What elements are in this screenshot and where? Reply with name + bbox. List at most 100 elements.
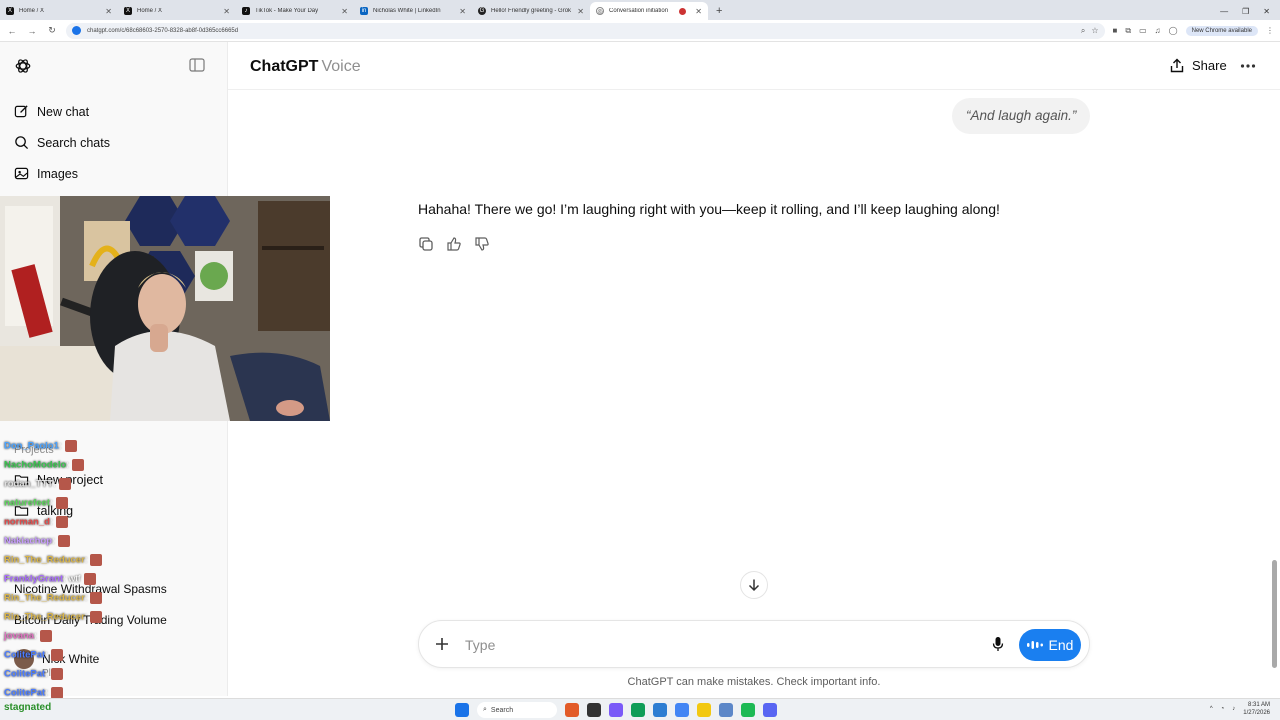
tab-title: TikTok - Make Your Day [255,8,319,14]
browser-tab[interactable]: G Hello! Friendly greeting - Grok ✕ [472,2,590,20]
sidebar-item-search-chats[interactable]: Search chats [14,135,110,150]
site-info-icon[interactable] [72,26,81,35]
new-tab-button[interactable]: + [708,2,730,20]
reload-icon[interactable]: ↻ [46,25,58,36]
chat-username: jovana [4,630,35,642]
close-icon[interactable]: ✕ [459,7,466,16]
extension-icon[interactable]: ■ [1113,26,1118,35]
tray-chevron-icon[interactable]: ^ [1210,706,1213,712]
kebab-menu-icon[interactable]: ⋮ [1266,26,1274,35]
profile-icon[interactable]: ◯ [1169,26,1178,35]
app-icon[interactable] [609,703,623,717]
mode-label: Voice [321,58,361,75]
browser-tab[interactable]: X Home / X ✕ [0,2,118,20]
chat-username: Rin_The_Reducer [4,554,85,566]
forward-icon[interactable]: → [26,26,38,36]
task-view-icon[interactable] [587,703,601,717]
browser-tab-active[interactable]: ◎ Conversation initiation ✕ [590,2,708,20]
chat-line: ColitePat: [4,668,63,680]
chat-line: naturefeet: [4,497,68,509]
close-icon[interactable]: ✕ [341,7,348,16]
openai-logo-icon[interactable] [14,57,32,75]
chat-username: naturefeet [4,497,50,509]
browser-tab[interactable]: X Home / X ✕ [118,2,236,20]
linkedin-icon: in [360,7,368,15]
zoom-icon[interactable]: ⌕ [1081,26,1085,36]
chat-message: : [52,535,55,547]
edge-icon[interactable] [631,703,645,717]
taskbar-search[interactable]: ⌕ Search [477,702,557,718]
sidebar-item-images[interactable]: Images [14,166,78,181]
app-icon[interactable] [653,703,667,717]
thumbs-down-button[interactable] [474,236,490,252]
browser-tabstrip: X Home / X ✕ X Home / X ✕ ♪ TikTok - Mak… [0,0,1280,20]
page-scrollbar[interactable] [1272,560,1277,668]
stream-status-text: stagnated [4,702,52,713]
split-view-icon[interactable]: ▭ [1139,26,1147,35]
url-text: chatgpt.com/c/68c68603-2570-8328-ab8f-0d… [87,27,239,34]
close-icon[interactable]: ✕ [223,7,230,16]
plus-icon[interactable] [433,635,451,653]
tab-title: Nicholas White | LinkedIn [373,8,441,14]
maximize-icon[interactable]: ❐ [1242,7,1249,16]
page-title[interactable]: ChatGPT Voice [250,58,361,76]
extensions-puzzle-icon[interactable]: ⧉ [1125,26,1131,36]
emote-icon [90,554,103,566]
close-icon[interactable]: ✕ [695,7,702,16]
chat-username: ColitePat [4,649,46,661]
tab-title: Conversation initiation [609,8,669,14]
browser-tab[interactable]: in Nicholas White | LinkedIn ✕ [354,2,472,20]
chrome-update-badge[interactable]: New Chrome available [1185,25,1258,36]
message-input[interactable] [465,634,965,656]
app-name: ChatGPT [250,58,319,75]
more-options-button[interactable] [1240,56,1256,74]
copy-icon [419,237,433,251]
chatgpt-icon: ◎ [596,7,604,15]
app-icon[interactable] [565,703,579,717]
sidebar-toggle-icon[interactable] [189,58,205,72]
sidebar-item-label: New chat [37,104,90,119]
window-controls: — ❐ ✕ [1220,2,1280,20]
sidebar-item-new-chat[interactable]: New chat [14,104,89,119]
windows-taskbar: stagnated ⌕ Search ^ ◔ ♪ 8:31 AM 1/27/202… [0,698,1280,720]
media-icon[interactable]: ♫ [1155,26,1161,35]
app-icon[interactable] [719,703,733,717]
system-clock[interactable]: 8:31 AM 1/27/2026 [1243,701,1270,717]
chat-username: rodan_TTT [4,478,54,490]
close-icon[interactable]: ✕ [105,7,112,16]
scroll-to-bottom-button[interactable] [740,571,768,599]
recording-icon [679,7,687,15]
wifi-icon[interactable]: ◔ [1221,706,1225,712]
thumbs-down-icon [475,237,489,251]
chat-username: Don_Paolo1 [4,440,59,452]
chat-message: : [53,478,56,490]
share-button[interactable]: Share [1170,58,1227,73]
microphone-button[interactable] [987,633,1009,655]
sidebar-item-label: Search chats [37,135,110,150]
chat-username: ColitePat [4,668,46,680]
file-explorer-icon[interactable] [697,703,711,717]
browser-tab[interactable]: ♪ TikTok - Make Your Day ✕ [236,2,354,20]
tab-title: Hello! Friendly greeting - Grok [491,8,572,14]
spotify-icon[interactable] [741,703,755,717]
bookmark-star-icon[interactable]: ☆ [1091,26,1098,35]
back-icon[interactable]: ← [6,26,18,36]
minimize-icon[interactable]: — [1220,7,1228,16]
chat-username: Nakiachop [4,535,53,547]
discord-icon[interactable] [763,703,777,717]
volume-icon[interactable]: ♪ [1232,706,1235,712]
windows-start-icon[interactable] [455,703,469,717]
end-voice-button[interactable]: End [1019,629,1081,661]
close-icon[interactable]: ✕ [577,7,584,16]
chrome-icon[interactable] [675,703,689,717]
copy-button[interactable] [418,236,434,252]
thumbs-up-button[interactable] [446,236,462,252]
tiktok-icon: ♪ [242,7,250,15]
chat-line: rodan_TTT: [4,478,71,490]
chat-message: : [45,687,48,699]
close-window-icon[interactable]: ✕ [1263,7,1270,16]
user-message-bubble: “And laugh again.” [952,98,1091,134]
address-bar[interactable]: chatgpt.com/c/68c68603-2570-8328-ab8f-0d… [66,22,1105,39]
chat-line: Rin_The_Reducer: [4,611,103,623]
emote-icon [39,630,52,642]
